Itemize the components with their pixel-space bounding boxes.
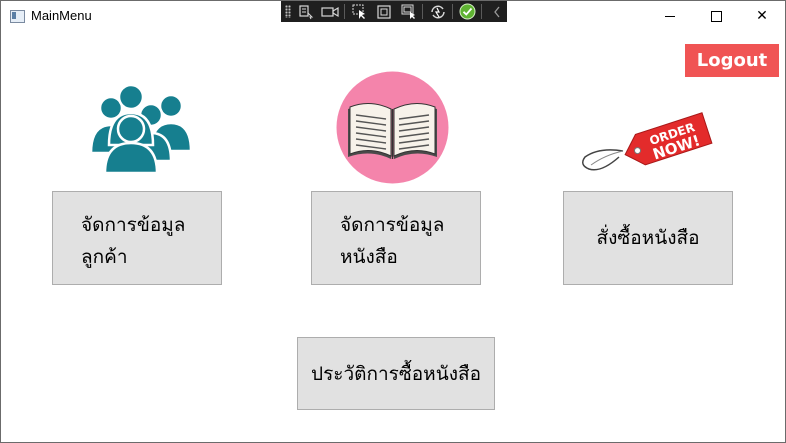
main-window: MainMenu ✕ Logout ORDER NOW! จัดการข้อมู… bbox=[0, 0, 786, 443]
window-title: MainMenu bbox=[31, 8, 92, 23]
pointer-icon[interactable] bbox=[350, 3, 370, 20]
order-now-tag-icon: ORDER NOW! bbox=[579, 111, 713, 175]
manage-books-label-line2: หนังสือ bbox=[340, 246, 398, 268]
open-book-icon bbox=[336, 71, 449, 184]
order-books-label: สั่งซื้อหนังสือ bbox=[596, 227, 700, 249]
collapse-icon[interactable] bbox=[487, 3, 507, 20]
purchase-history-button[interactable]: ประวัติการซื้อหนังสือ bbox=[297, 337, 495, 410]
manage-customers-label-line1: จัดการข้อมูล bbox=[81, 214, 186, 236]
toolbar-separator bbox=[422, 4, 424, 19]
select-element-icon[interactable] bbox=[296, 3, 316, 20]
minimize-icon bbox=[665, 15, 675, 17]
track-focus-icon[interactable] bbox=[399, 3, 419, 20]
app-window-icon bbox=[10, 10, 25, 23]
check-icon[interactable] bbox=[458, 3, 478, 20]
manage-customers-button[interactable]: จัดการข้อมูล ลูกค้า bbox=[52, 191, 222, 285]
manage-books-label: จัดการข้อมูล หนังสือ bbox=[340, 209, 444, 273]
customers-icon bbox=[89, 81, 193, 175]
toolbar-separator bbox=[481, 4, 483, 19]
purchase-history-label: ประวัติการซื้อหนังสือ bbox=[311, 362, 481, 385]
xaml-debug-toolbar bbox=[281, 1, 507, 22]
maximize-icon bbox=[710, 10, 722, 22]
close-button[interactable]: ✕ bbox=[739, 1, 785, 31]
layout-adorner-icon[interactable] bbox=[374, 3, 394, 20]
manage-books-label-line1: จัดการข้อมูล bbox=[340, 214, 445, 236]
manage-books-button[interactable]: จัดการข้อมูล หนังสือ bbox=[311, 191, 481, 285]
manage-customers-label: จัดการข้อมูล ลูกค้า bbox=[81, 209, 185, 273]
order-books-button[interactable]: สั่งซื้อหนังสือ bbox=[563, 191, 733, 285]
minimize-button[interactable] bbox=[647, 1, 693, 31]
logout-button[interactable]: Logout bbox=[685, 44, 779, 77]
record-icon[interactable] bbox=[320, 3, 340, 20]
toolbar-separator bbox=[343, 4, 345, 19]
hot-reload-icon[interactable] bbox=[428, 3, 448, 20]
close-icon: ✕ bbox=[756, 8, 768, 24]
maximize-button[interactable] bbox=[693, 1, 739, 31]
toolbar-grip-icon[interactable] bbox=[285, 5, 291, 18]
manage-customers-label-line2: ลูกค้า bbox=[81, 246, 128, 268]
toolbar-separator bbox=[451, 4, 453, 19]
